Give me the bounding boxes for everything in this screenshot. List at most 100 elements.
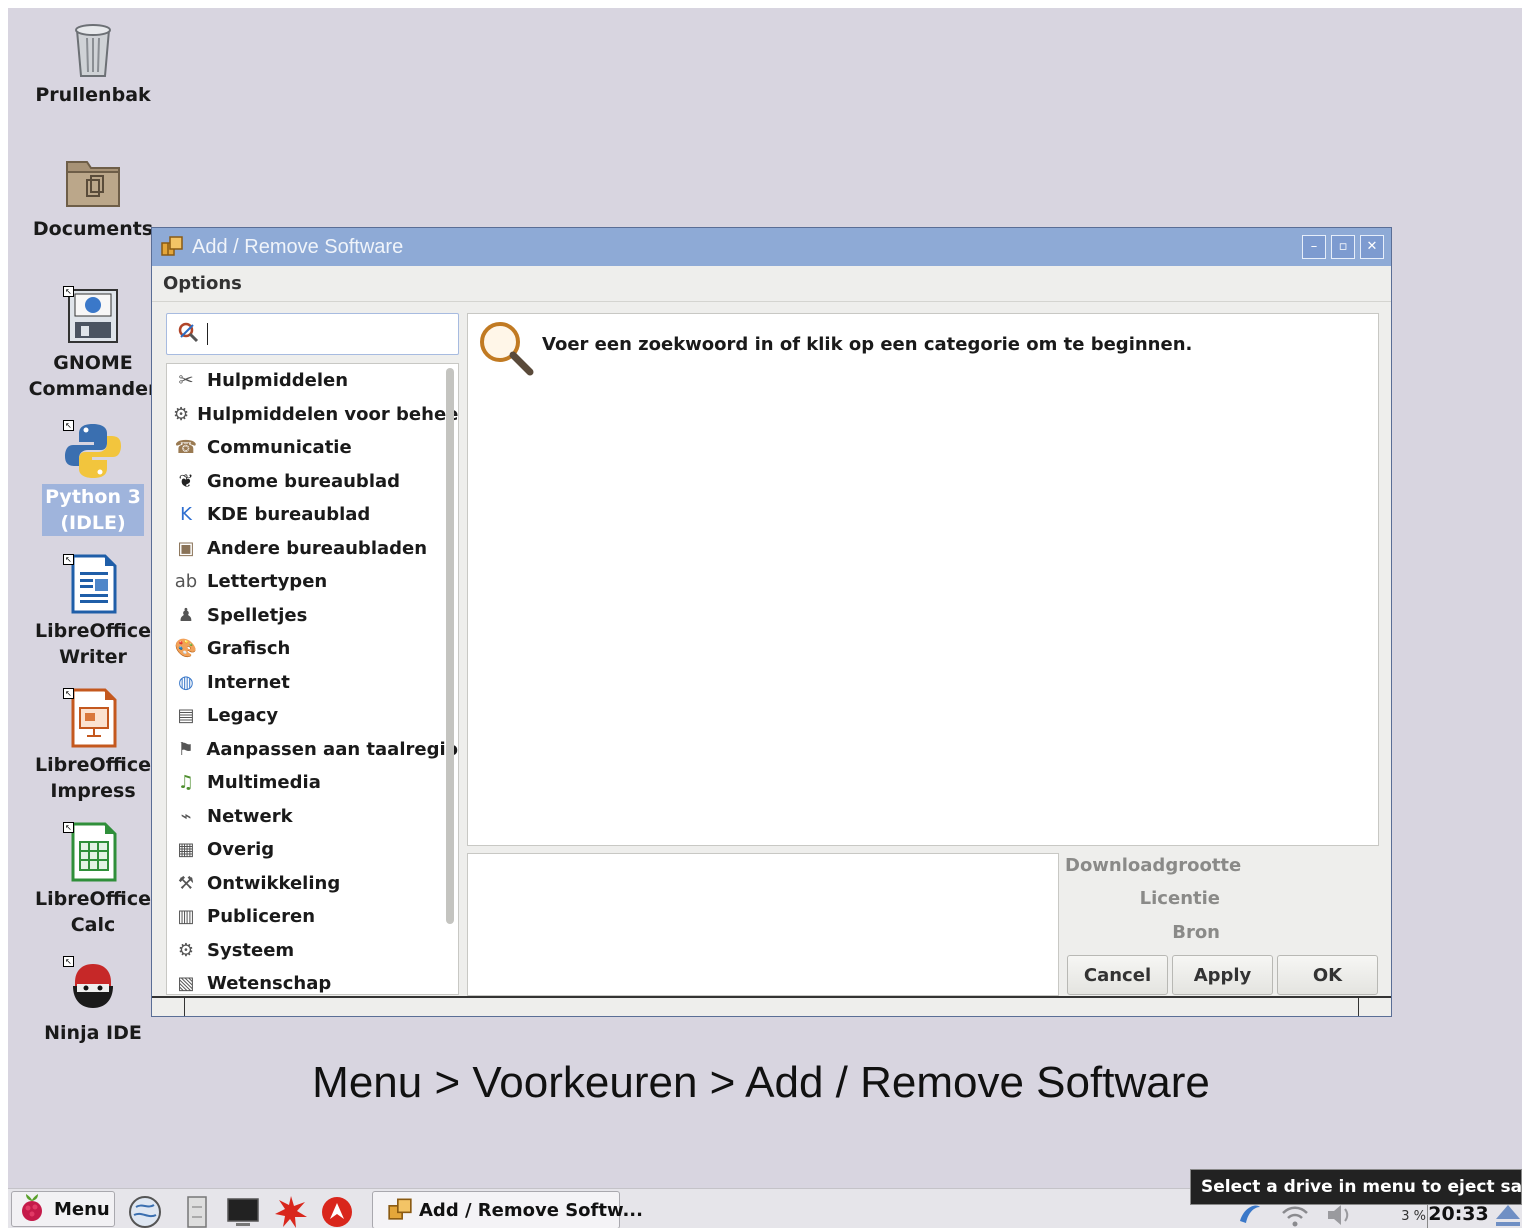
- trash-icon: [63, 18, 123, 78]
- category-list: ✂ Hulpmiddelen ⚙ Hulpmiddelen voor beheer ☎ C…: [166, 363, 459, 995]
- add-remove-software-window: Add / Remove Software – ▫ ✕ Options ✂ Hul…: [151, 227, 1392, 1017]
- taskbar-window-label: Add / Remove Softw...: [419, 1199, 643, 1221]
- category-item[interactable]: ▦ Overig: [167, 833, 458, 867]
- desktop-icon-label: Documents: [32, 218, 154, 240]
- floppy-icon: ▤: [177, 705, 195, 727]
- desktop-icon-label: LibreOffice Writer: [35, 620, 151, 668]
- other-desktops-icon: ▣: [177, 537, 195, 559]
- category-item[interactable]: ⚙ Hulpmiddelen voor beheer: [167, 398, 458, 432]
- localization-icon: ⚑: [177, 738, 194, 760]
- ok-button[interactable]: OK: [1277, 955, 1378, 995]
- package-icon: [387, 1195, 413, 1226]
- gnome-commander-icon: ↖: [63, 286, 123, 346]
- multimedia-icon: ♫: [177, 772, 195, 794]
- category-item[interactable]: ⌁ Netwerk: [167, 800, 458, 834]
- window-titlebar[interactable]: Add / Remove Software – ▫ ✕: [152, 228, 1391, 266]
- eject-tray-icon[interactable]: [1494, 1201, 1522, 1228]
- category-label: Hulpmiddelen: [207, 370, 349, 392]
- impress-icon: ↖: [63, 688, 123, 748]
- category-item[interactable]: ▣ Andere bureaubladen: [167, 532, 458, 566]
- apply-button[interactable]: Apply: [1172, 955, 1273, 995]
- wifi-tray-icon[interactable]: [1280, 1201, 1314, 1228]
- desktop-icon-gnome-commander[interactable]: ↖ GNOME Commander: [28, 286, 158, 402]
- category-label: Gnome bureaublad: [207, 470, 401, 492]
- desktop-icon-label: Ninja IDE: [44, 1022, 142, 1044]
- terminal-launcher-icon[interactable]: [226, 1195, 260, 1228]
- category-item[interactable]: ♫ Multimedia: [167, 766, 458, 800]
- publishing-icon: ▥: [177, 906, 195, 928]
- caption: Menu > Voorkeuren > Add / Remove Softwar…: [312, 1058, 1210, 1107]
- category-label: KDE bureaublad: [207, 504, 371, 526]
- category-label: Netwerk: [207, 805, 293, 827]
- category-item[interactable]: ⚙ Systeem: [167, 934, 458, 968]
- category-item[interactable]: ✂ Hulpmiddelen: [167, 364, 458, 398]
- folder-icon: [63, 152, 123, 212]
- cancel-button[interactable]: Cancel: [1067, 955, 1168, 995]
- desktop-icon-documents[interactable]: Documents: [28, 152, 158, 242]
- math-launcher-icon[interactable]: [274, 1195, 308, 1228]
- cpu-usage: 3 %: [1401, 1209, 1426, 1224]
- category-item[interactable]: 🎨 Grafisch: [167, 632, 458, 666]
- category-item[interactable]: ▤ Legacy: [167, 699, 458, 733]
- taskbar-window-add-remove-software[interactable]: Add / Remove Softw...: [372, 1191, 643, 1228]
- desktop-icon-label: Prullenbak: [35, 84, 151, 106]
- category-item[interactable]: ab Lettertypen: [167, 565, 458, 599]
- raspberry-icon: [18, 1192, 46, 1227]
- category-item[interactable]: ▧ Wetenschap: [167, 967, 458, 995]
- system-icon: ⚙: [177, 939, 195, 961]
- category-label: Ontwikkeling: [207, 872, 341, 894]
- development-icon: ⚒: [177, 872, 195, 894]
- ninja-ide-icon: ↖: [63, 956, 123, 1016]
- desktop-icon-label: GNOME Commander: [28, 352, 158, 400]
- category-scrollbar[interactable]: [446, 368, 454, 924]
- category-item[interactable]: ⚑ Aanpassen aan taalregio: [167, 733, 458, 767]
- category-label: Publiceren: [207, 906, 316, 928]
- desktop-icon-libreoffice-writer[interactable]: ↖ LibreOffice Writer: [28, 554, 158, 670]
- source-label: Bron: [1172, 922, 1220, 943]
- menu-options[interactable]: Options: [163, 273, 242, 294]
- volume-tray-icon[interactable]: [1324, 1201, 1358, 1228]
- category-label: Grafisch: [207, 638, 291, 660]
- desktop-icon-ninja-ide[interactable]: ↖ Ninja IDE: [28, 956, 158, 1046]
- license-label: Licentie: [1139, 888, 1220, 909]
- maximize-button[interactable]: ▫: [1331, 235, 1355, 259]
- category-label: Overig: [207, 839, 275, 861]
- text-cursor: [207, 323, 208, 345]
- results-panel: Voer een zoekwoord in of klik op een cat…: [467, 313, 1379, 846]
- shortcut-arrow-icon: ↖: [63, 688, 74, 699]
- gnome-foot-icon: ❦: [178, 470, 194, 492]
- desktop-icon-prullenbak[interactable]: Prullenbak: [28, 18, 158, 108]
- other-icon: ▦: [177, 839, 195, 861]
- desktop-icon-label: LibreOffice Impress: [35, 754, 151, 802]
- category-item[interactable]: ❦ Gnome bureaublad: [167, 465, 458, 499]
- start-menu-button[interactable]: Menu: [11, 1191, 115, 1227]
- desktop-icon-libreoffice-impress[interactable]: ↖ LibreOffice Impress: [28, 688, 158, 804]
- category-label: Legacy: [207, 705, 279, 727]
- accessories-icon: ✂: [178, 370, 194, 392]
- desktop-icon-python[interactable]: ↖ Python 3 (IDLE): [28, 420, 158, 536]
- close-button[interactable]: ✕: [1360, 235, 1384, 259]
- search-icon: [177, 321, 199, 347]
- menubar: Options: [152, 266, 1391, 302]
- desktop-icon-libreoffice-calc[interactable]: ↖ LibreOffice Calc: [28, 822, 158, 938]
- kde-icon: K: [180, 504, 192, 526]
- minimize-button[interactable]: –: [1302, 235, 1326, 259]
- category-label: Multimedia: [207, 772, 321, 794]
- games-icon: ♟: [177, 604, 195, 626]
- category-label: Wetenschap: [207, 973, 332, 995]
- category-item[interactable]: ♟ Spelletjes: [167, 599, 458, 633]
- calc-icon: ↖: [63, 822, 123, 882]
- wolfram-launcher-icon[interactable]: [320, 1195, 354, 1228]
- shortcut-arrow-icon: ↖: [63, 286, 74, 297]
- category-item[interactable]: ◍ Internet: [167, 666, 458, 700]
- category-item[interactable]: ⚒ Ontwikkeling: [167, 867, 458, 901]
- desktop-icon-label: LibreOffice Calc: [35, 888, 151, 936]
- category-item[interactable]: ☎ Communicatie: [167, 431, 458, 465]
- communication-icon: ☎: [174, 437, 198, 459]
- search-field[interactable]: [166, 313, 459, 355]
- category-item[interactable]: K KDE bureaublad: [167, 498, 458, 532]
- browser-launcher-icon[interactable]: [128, 1195, 162, 1228]
- category-item[interactable]: ▥ Publiceren: [167, 900, 458, 934]
- shortcut-arrow-icon: ↖: [63, 554, 74, 565]
- file-manager-launcher-icon[interactable]: [180, 1195, 214, 1228]
